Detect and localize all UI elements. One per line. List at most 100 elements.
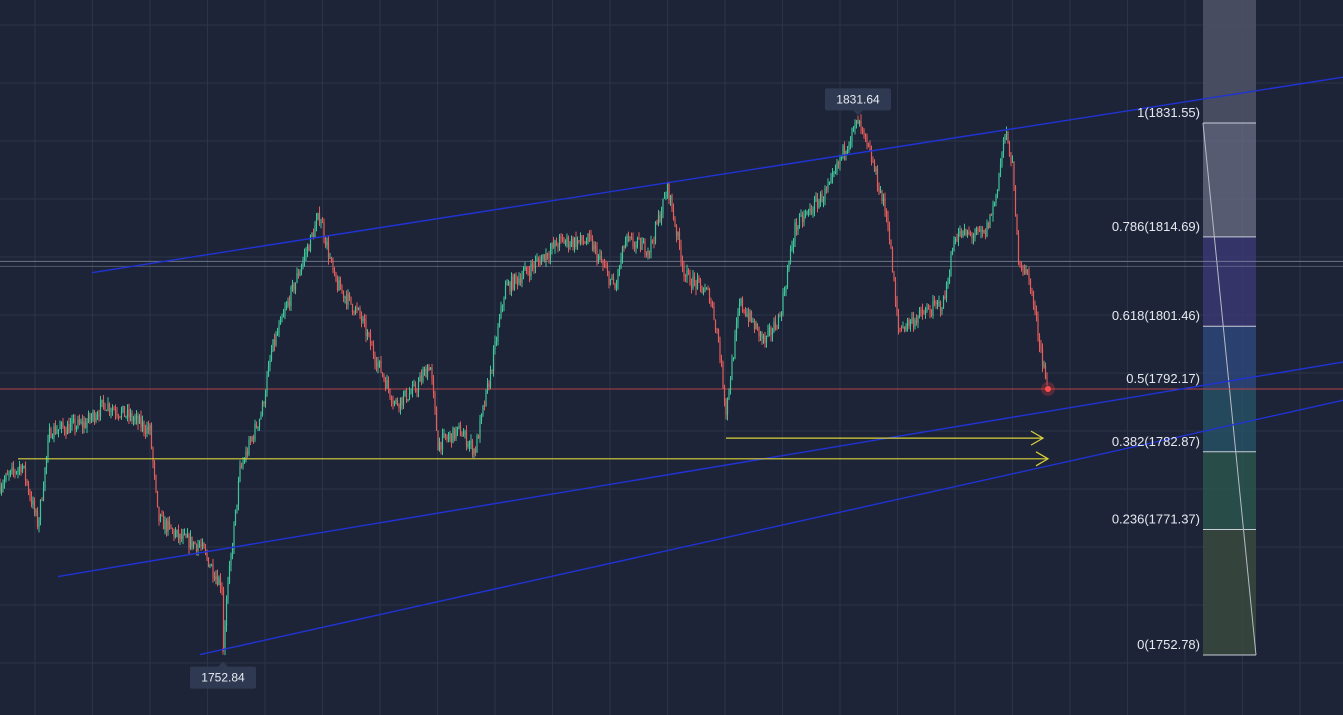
candle-body [695, 280, 697, 289]
candle-body [770, 327, 772, 335]
candle-body [848, 145, 850, 150]
candle-body [503, 298, 505, 306]
candle-body [744, 311, 747, 316]
candle-body [461, 435, 463, 437]
candle-body [950, 254, 952, 276]
candle-body [915, 320, 918, 323]
candle-body [371, 345, 373, 346]
candle-body [989, 214, 991, 229]
candle-body [927, 308, 930, 310]
candle-body [869, 146, 871, 150]
candle-body [558, 236, 561, 248]
candle-body [633, 245, 636, 248]
candle-body [824, 188, 826, 200]
candle-body [833, 171, 835, 174]
candle-body [171, 528, 174, 531]
candle-body [179, 534, 181, 539]
candle-body [134, 418, 136, 420]
candle-body [23, 465, 25, 467]
candle-body [612, 277, 615, 285]
candle-body [354, 307, 357, 314]
candle-body [912, 317, 915, 327]
candle-body [219, 578, 222, 589]
candle-body [258, 419, 261, 427]
candle-body [818, 201, 820, 208]
annotation-label: 1752.84 [201, 671, 245, 685]
candle-body [383, 375, 385, 380]
candle-body [41, 499, 43, 501]
candle-body [975, 228, 978, 235]
candle-body [162, 515, 165, 530]
candle-body [99, 402, 102, 417]
candle-body [234, 509, 237, 525]
candle-body [771, 332, 774, 335]
candle-body [474, 448, 477, 453]
candle-body [494, 341, 496, 350]
candle-body [702, 291, 705, 294]
candle-body [746, 313, 748, 316]
candle-body [290, 287, 292, 307]
candle-body [762, 335, 765, 339]
candle-body [825, 188, 828, 190]
candle-body [386, 380, 388, 389]
candle-body [651, 240, 654, 242]
candle-body [653, 241, 655, 243]
candle-body [666, 183, 669, 197]
candle-body [843, 145, 846, 155]
candle-body [906, 319, 909, 327]
candle-body [431, 367, 433, 380]
candle-body [84, 422, 87, 428]
candle-body [141, 422, 144, 427]
candle-body [344, 296, 346, 298]
candle-body [557, 245, 559, 248]
candle-body [786, 270, 789, 287]
candle-body [905, 326, 907, 331]
candle-body [540, 257, 543, 265]
candle-body [537, 259, 540, 261]
candle-body [618, 268, 621, 270]
candle-body [392, 402, 394, 404]
candle-body [156, 490, 159, 507]
price-chart[interactable]: 1831.64 1752.84 1(1831.55) 0.786(1814.69) 0… [0, 0, 1343, 715]
candle-body [167, 520, 169, 532]
candle-body [936, 302, 939, 305]
candle-body [543, 254, 546, 262]
candle-body [92, 411, 94, 417]
candle-body [983, 230, 985, 233]
candle-body [332, 260, 334, 271]
candle-body [660, 213, 663, 222]
candle-body [66, 424, 69, 435]
candle-body [26, 480, 28, 484]
candle-body [914, 320, 916, 327]
candle-body [582, 241, 585, 243]
candle-body [930, 313, 933, 316]
candle-body [284, 308, 286, 314]
candle-body [717, 329, 720, 342]
candle-body [288, 301, 291, 307]
candle-body [150, 425, 153, 449]
candle-body [830, 177, 832, 183]
candle-body [422, 372, 424, 381]
candle-body [609, 278, 612, 285]
current-price-dot [1045, 385, 1051, 392]
candle-body [965, 228, 967, 236]
candle-body [885, 210, 888, 218]
candle-body [831, 173, 834, 178]
candle-body [353, 311, 355, 314]
candle-body [468, 443, 471, 446]
candle-body [968, 231, 970, 233]
candle-body [657, 215, 660, 224]
candle-body [188, 534, 190, 549]
candle-body [996, 189, 999, 195]
candle-body [870, 149, 873, 162]
candle-body [378, 360, 381, 363]
candle-body [593, 245, 595, 250]
candle-body [972, 236, 975, 238]
candle-body [11, 467, 13, 471]
candle-body [692, 276, 694, 288]
candle-body [839, 157, 841, 165]
candle-body [411, 385, 414, 393]
candle-body [227, 582, 229, 599]
candle-body [836, 162, 838, 171]
candle-body [71, 420, 73, 424]
